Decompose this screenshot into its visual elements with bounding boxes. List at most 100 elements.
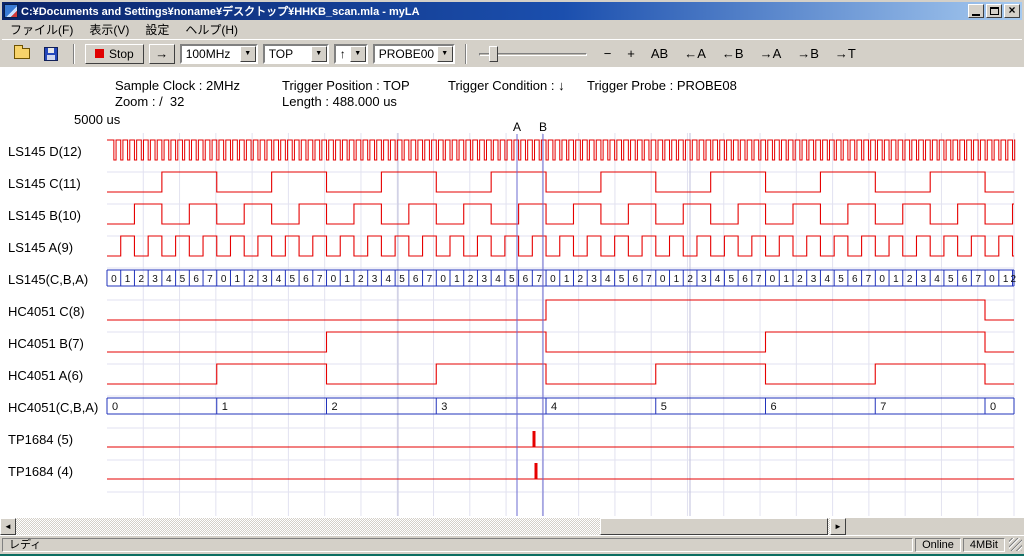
- svg-text:0: 0: [112, 401, 118, 413]
- svg-text:2: 2: [248, 274, 254, 285]
- svg-text:0: 0: [550, 274, 556, 285]
- svg-text:7: 7: [756, 274, 762, 285]
- channel-label: LS145 B(10): [8, 208, 81, 224]
- svg-text:2: 2: [797, 274, 803, 285]
- svg-text:5: 5: [289, 274, 295, 285]
- svg-text:3: 3: [591, 274, 597, 285]
- svg-text:6: 6: [632, 274, 638, 285]
- svg-text:4: 4: [715, 274, 721, 285]
- channel-trace: [107, 300, 1014, 320]
- nav-button[interactable]: ←B: [720, 44, 746, 63]
- svg-text:7: 7: [536, 274, 542, 285]
- cursor-label-A: A: [513, 120, 521, 134]
- zoom-slider-thumb[interactable]: [489, 46, 498, 62]
- svg-text:5: 5: [180, 274, 186, 285]
- chevron-down-icon: ▼: [311, 46, 327, 62]
- svg-text:1: 1: [674, 274, 680, 285]
- trigger-position-dropdown[interactable]: TOP ▼: [263, 44, 329, 64]
- stop-button[interactable]: Stop: [85, 44, 144, 64]
- svg-text:1: 1: [893, 274, 899, 285]
- chevron-down-icon: ▼: [437, 46, 453, 62]
- probe-value: PROBE00: [379, 47, 434, 61]
- svg-text:2: 2: [1010, 274, 1016, 285]
- menu-item[interactable]: ヘルプ(H): [177, 19, 246, 40]
- resize-grip[interactable]: [1009, 538, 1022, 551]
- channel-trace: 012345670: [107, 398, 1014, 414]
- svg-text:7: 7: [646, 274, 652, 285]
- svg-text:6: 6: [852, 274, 858, 285]
- svg-text:5: 5: [838, 274, 844, 285]
- open-button[interactable]: [10, 43, 34, 65]
- save-icon: [44, 47, 58, 61]
- svg-text:3: 3: [372, 274, 378, 285]
- probe-dropdown[interactable]: PROBE00 ▼: [373, 44, 455, 64]
- svg-text:3: 3: [482, 274, 488, 285]
- nav-button[interactable]: ←A: [682, 44, 708, 63]
- svg-text:2: 2: [139, 274, 145, 285]
- svg-text:7: 7: [866, 274, 872, 285]
- run-button[interactable]: →: [149, 44, 175, 64]
- menu-item[interactable]: 設定: [137, 19, 177, 40]
- svg-text:4: 4: [495, 274, 501, 285]
- nav-button[interactable]: AB: [649, 44, 670, 63]
- app-icon: [4, 4, 18, 18]
- svg-text:0: 0: [990, 401, 996, 413]
- scroll-left-icon: ◄: [4, 522, 12, 531]
- title-bar: C:¥Documents and Settings¥noname¥デスクトップ¥…: [2, 2, 1022, 20]
- stop-icon: [95, 49, 104, 58]
- channel-trace: [107, 364, 1014, 384]
- svg-text:7: 7: [975, 274, 981, 285]
- scrollbar-thumb[interactable]: [600, 518, 828, 535]
- svg-text:6: 6: [771, 401, 777, 413]
- window-controls: ×: [968, 4, 1020, 18]
- svg-text:1: 1: [783, 274, 789, 285]
- svg-text:4: 4: [166, 274, 172, 285]
- nav-button[interactable]: →A: [758, 44, 784, 63]
- zoom-slider[interactable]: [477, 43, 589, 65]
- channel-label: LS145(C,B,A): [8, 272, 88, 288]
- channel-label: HC4051 C(8): [8, 304, 85, 320]
- save-button[interactable]: [39, 43, 63, 65]
- maximize-icon: [990, 7, 999, 15]
- channel-label: TP1684 (5): [8, 432, 73, 448]
- maximize-button[interactable]: [986, 4, 1002, 18]
- nav-button[interactable]: −: [602, 44, 614, 63]
- menu-bar: ファイル(F)表示(V)設定ヘルプ(H): [2, 20, 1022, 39]
- svg-text:4: 4: [276, 274, 282, 285]
- svg-text:5: 5: [399, 274, 405, 285]
- svg-text:2: 2: [578, 274, 584, 285]
- channel-trace: [107, 463, 1014, 479]
- menu-item[interactable]: 表示(V): [81, 19, 137, 40]
- svg-text:1: 1: [344, 274, 350, 285]
- scroll-left-button[interactable]: ◄: [0, 518, 16, 535]
- status-memory: 4MBit: [963, 538, 1005, 552]
- svg-text:7: 7: [207, 274, 213, 285]
- sample-rate-dropdown[interactable]: 100MHz ▼: [180, 44, 258, 64]
- svg-text:2: 2: [687, 274, 693, 285]
- trigger-edge-dropdown[interactable]: ↑ ▼: [334, 44, 368, 64]
- svg-text:6: 6: [303, 274, 309, 285]
- channel-trace: 0123456701234567012345670123456701234567…: [107, 270, 1016, 286]
- minimize-button[interactable]: [968, 4, 984, 18]
- svg-text:3: 3: [262, 274, 268, 285]
- nav-button[interactable]: →B: [795, 44, 821, 63]
- chevron-down-icon: ▼: [350, 46, 366, 62]
- svg-text:3: 3: [441, 401, 447, 413]
- channel-label: HC4051 B(7): [8, 336, 84, 352]
- run-arrow-icon: →: [155, 46, 168, 61]
- menu-item[interactable]: ファイル(F): [2, 19, 81, 40]
- svg-text:6: 6: [742, 274, 748, 285]
- svg-text:0: 0: [221, 274, 227, 285]
- nav-button[interactable]: →T: [833, 44, 858, 63]
- svg-text:7: 7: [427, 274, 433, 285]
- scrollbar-track[interactable]: [16, 518, 830, 535]
- nav-button[interactable]: +: [625, 44, 637, 63]
- svg-text:1: 1: [235, 274, 241, 285]
- scroll-right-button[interactable]: ►: [830, 518, 846, 535]
- toolbar: Stop → 100MHz ▼ TOP ▼ ↑ ▼ PROBE00 ▼ −+ AB…: [2, 39, 1022, 67]
- chevron-down-icon: ▼: [240, 46, 256, 62]
- close-button[interactable]: ×: [1004, 4, 1020, 18]
- horizontal-scrollbar[interactable]: ◄ ►: [0, 518, 846, 535]
- channel-trace: [107, 140, 1015, 160]
- channel-label: LS145 D(12): [8, 144, 82, 160]
